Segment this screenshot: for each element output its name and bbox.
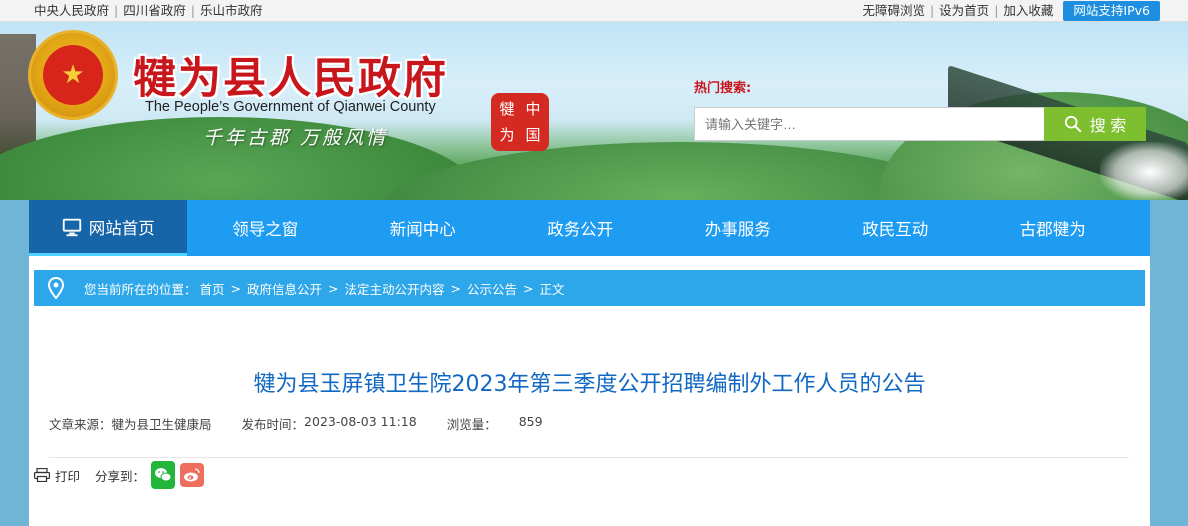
breadcrumb-prefix: 您当前所在的位置： [84, 281, 197, 297]
print-link[interactable]: 打印 [55, 466, 80, 485]
nav-item-label: 网站首页 [88, 218, 155, 238]
ipv6-badge: 网站支持IPv6 [1063, 1, 1160, 21]
article-panel: 您当前所在的位置： 首页 > 政府信息公开 > 法定主动公开内容 > 公示公告 … [29, 256, 1150, 526]
breadcrumb-gov-info[interactable]: 政府信息公开 [244, 279, 325, 298]
article-title: 犍为县玉屏镇卫生院2023年第三季度公开招聘编制外工作人员的公告 [253, 372, 926, 397]
site-title: 犍为县人民政府 [133, 54, 448, 104]
monitor-icon [62, 218, 81, 236]
article-meta: 文章来源： 犍为县卫生健康局 发布时间： 2023-08-03 11:18 浏览… [49, 414, 543, 433]
printer-icon[interactable] [34, 468, 50, 482]
link-leshan-gov[interactable]: 乐山市政府 [196, 0, 267, 22]
nav-item-gov-affairs[interactable]: 政务公开 [502, 200, 660, 256]
seal-char: 犍 [499, 99, 515, 118]
set-homepage-link[interactable]: 设为首页 [935, 0, 993, 22]
wechat-icon [155, 468, 172, 482]
views-label: 浏览量： [446, 417, 497, 432]
nav-item-label: 新闻中心 [389, 220, 456, 239]
breadcrumb-announcements[interactable]: 公示公告 [464, 279, 520, 298]
breadcrumb-separator: > [523, 280, 534, 296]
share-weibo-button[interactable] [180, 463, 205, 487]
seal-char: 国 [525, 125, 541, 144]
share-label: 分享到： [95, 468, 146, 484]
utility-links: 无障碍浏览 | 设为首页 | 加入收藏 网站支持IPv6 [858, 0, 1160, 22]
source-value: 犍为县卫生健康局 [111, 417, 212, 432]
article-tools: 打印 分享到： [34, 461, 205, 489]
nav-item-label: 政务公开 [547, 220, 614, 239]
source-label: 文章来源： [49, 417, 112, 432]
nav-item-news[interactable]: 新闻中心 [344, 200, 502, 256]
breadcrumb-current: 正文 [539, 281, 565, 297]
meta-divider [49, 457, 1129, 458]
site-slogan: 千年古郡 万般风情 [203, 127, 389, 149]
nav-item-label: 领导之窗 [232, 220, 299, 239]
nav-item-services[interactable]: 办事服务 [659, 200, 817, 256]
nav-item-interaction[interactable]: 政民互动 [817, 200, 975, 256]
nav-item-ancient-qianwei[interactable]: 古郡犍为 [974, 200, 1132, 256]
weibo-icon [184, 468, 200, 482]
publish-time-value: 2023-08-03 11:18 [304, 414, 417, 429]
nav-item-label: 办事服务 [704, 220, 771, 239]
breadcrumb-separator: > [450, 280, 462, 296]
search-button-label: 搜 索 [1089, 118, 1127, 135]
location-pin-icon [48, 277, 64, 299]
pavilion-decoration [0, 34, 36, 154]
top-link-bar: 中央人民政府 | 四川省政府 | 乐山市政府 无障碍浏览 | 设为首页 | 加入… [0, 0, 1188, 22]
breadcrumb-statutory[interactable]: 法定主动公开内容 [342, 279, 448, 298]
link-sichuan-gov[interactable]: 四川省政府 [119, 0, 190, 22]
breadcrumb-separator: > [230, 280, 242, 296]
search-button[interactable]: 搜 索 [1044, 107, 1146, 141]
smoke-decoration [1100, 142, 1188, 200]
emblem-star-icon: ★ [43, 45, 103, 105]
accessibility-link[interactable]: 无障碍浏览 [858, 0, 929, 22]
seal-char: 中 [525, 99, 541, 118]
china-qianwei-seal: 犍 中 为 国 [491, 93, 549, 151]
main-nav: 网站首页 领导之窗 新闻中心 政务公开 办事服务 政民互动 古郡犍为 [29, 200, 1150, 256]
nav-item-label: 政民互动 [862, 220, 929, 239]
link-central-gov[interactable]: 中央人民政府 [30, 0, 113, 22]
breadcrumb: 您当前所在的位置： 首页 > 政府信息公开 > 法定主动公开内容 > 公示公告 … [34, 270, 1145, 306]
views-value: 859 [518, 414, 543, 429]
breadcrumb-home[interactable]: 首页 [197, 279, 228, 298]
nav-item-label: 古郡犍为 [1019, 220, 1086, 239]
nav-item-leaders[interactable]: 领导之窗 [187, 200, 345, 256]
seal-char: 为 [499, 125, 515, 144]
government-links: 中央人民政府 | 四川省政府 | 乐山市政府 [30, 0, 266, 22]
hot-search-label: 热门搜索: [694, 81, 752, 96]
search-icon [1064, 115, 1081, 133]
nav-item-home[interactable]: 网站首页 [29, 200, 187, 256]
share-wechat-button[interactable] [151, 461, 176, 489]
search-input[interactable] [694, 107, 1045, 141]
site-subtitle: The People’s Government of Qianwei Count… [145, 99, 436, 115]
national-emblem-icon[interactable]: ★ [28, 30, 118, 120]
add-favorite-link[interactable]: 加入收藏 [999, 0, 1057, 22]
publish-time-label: 发布时间： [241, 417, 305, 432]
breadcrumb-separator: > [328, 280, 339, 296]
